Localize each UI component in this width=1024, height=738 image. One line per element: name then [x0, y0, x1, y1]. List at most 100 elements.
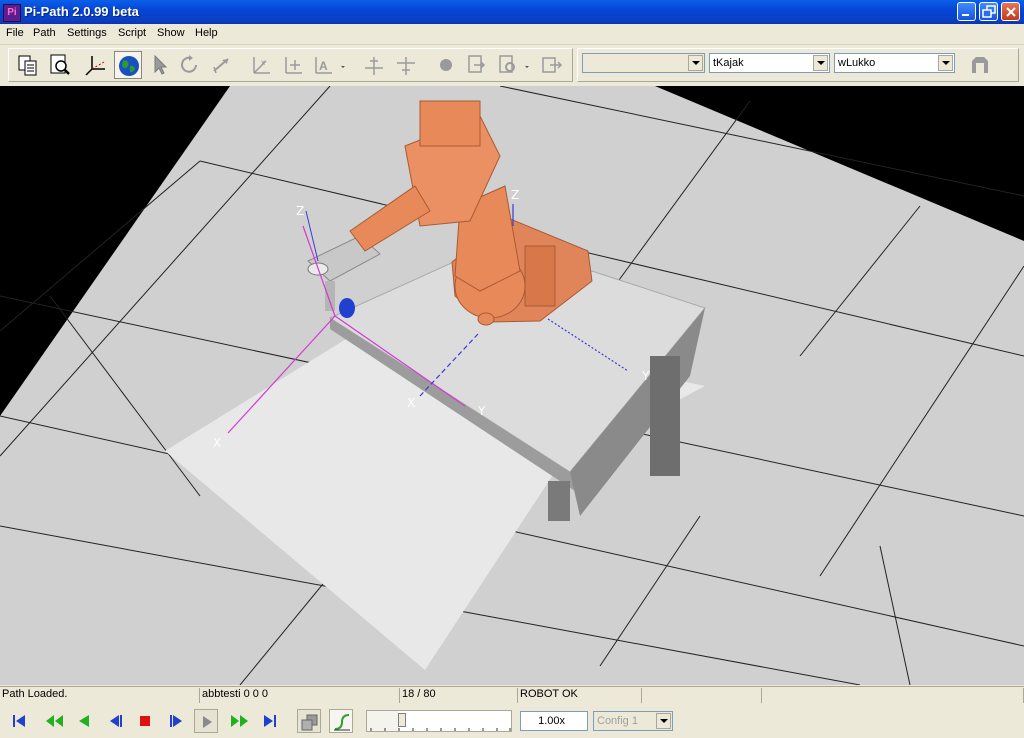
tool-combo[interactable]: tKajak	[709, 53, 830, 73]
toolbar: x A tKajak wLukko	[0, 45, 1024, 87]
menu-path[interactable]: Path	[33, 27, 56, 39]
frame-dropdown-button[interactable]	[338, 51, 350, 79]
play-icon	[203, 716, 212, 728]
axis-label-y1: Y	[477, 404, 486, 418]
paste-point-button[interactable]	[462, 51, 490, 79]
selector-combo[interactable]	[582, 53, 705, 73]
play-backward-icon	[79, 715, 89, 727]
record-point-button[interactable]	[432, 51, 460, 79]
status-position: 18 / 80	[400, 688, 518, 703]
skip-end-icon	[264, 715, 276, 727]
timeline-slider[interactable]	[366, 710, 512, 732]
stop-icon	[140, 716, 150, 726]
speed-field[interactable]: 1.00x	[520, 711, 588, 731]
close-icon	[1006, 7, 1016, 17]
status-robot-state: ROBOT OK	[518, 688, 642, 703]
move-button[interactable]	[208, 51, 236, 79]
export-icon	[542, 57, 563, 73]
select-button[interactable]	[146, 51, 174, 79]
fast-backward-icon	[46, 715, 63, 727]
previous-point-icon	[110, 715, 122, 727]
move-icon	[213, 58, 229, 74]
world-view-button[interactable]	[114, 51, 142, 79]
next-point-button[interactable]	[164, 709, 188, 733]
chevron-down-icon[interactable]	[938, 55, 953, 71]
skip-to-end-button[interactable]	[258, 709, 282, 733]
shape-toggle-button[interactable]	[297, 709, 321, 733]
robot-button[interactable]	[966, 51, 994, 79]
status-program: abbtesti 0 0 0	[200, 688, 400, 703]
stop-button[interactable]	[133, 709, 157, 733]
preview-button[interactable]	[46, 51, 74, 79]
skip-to-start-button[interactable]	[8, 709, 32, 733]
status-empty-1	[642, 688, 762, 703]
rotate-button[interactable]	[176, 51, 204, 79]
frame-text-button[interactable]: A	[308, 51, 336, 79]
axis-label-x1: X	[213, 436, 221, 450]
gear-page-icon	[499, 55, 515, 73]
frame-x-button[interactable]: x	[246, 51, 274, 79]
play-button[interactable]	[194, 709, 218, 733]
robot-arm-icon	[972, 57, 988, 73]
close-button[interactable]	[1001, 2, 1020, 21]
scene-svg: Z X Y X Z Y	[0, 86, 1024, 685]
settings-dropdown-button[interactable]	[522, 51, 534, 79]
workobject-combo[interactable]: wLukko	[834, 53, 955, 73]
menu-bar: File Path Settings Script Show Help	[0, 24, 1024, 45]
minimize-icon	[962, 14, 969, 16]
axes-button[interactable]	[82, 51, 110, 79]
playback-bar: 1.00x Config 1	[0, 704, 1024, 738]
rotate-icon	[181, 55, 197, 73]
fast-forward-icon	[231, 715, 248, 727]
chevron-down-icon	[341, 66, 345, 68]
axis-label-z2: Z	[511, 188, 519, 202]
axes-icon	[85, 56, 105, 76]
menu-file[interactable]: File	[6, 27, 24, 39]
step-backward-button[interactable]	[72, 709, 96, 733]
axis-label-y3: Y	[641, 369, 650, 383]
chevron-down-icon[interactable]	[656, 713, 671, 729]
config-combo[interactable]: Config 1	[593, 711, 673, 731]
config-value: Config 1	[597, 715, 638, 727]
next-point-icon	[170, 715, 182, 727]
3d-viewport[interactable]: Z X Y X Z Y	[0, 86, 1024, 685]
axis-label-x2: X	[407, 396, 415, 410]
page-arrow-icon	[468, 55, 486, 73]
smooth-curve-button[interactable]	[329, 709, 353, 733]
status-empty-2	[762, 688, 1024, 703]
arrow-cursor-icon	[154, 54, 168, 75]
svg-text:A: A	[319, 59, 328, 73]
maximize-button[interactable]	[979, 2, 998, 21]
fast-forward-button[interactable]	[228, 709, 252, 733]
frame-move-button[interactable]	[278, 51, 306, 79]
menu-settings[interactable]: Settings	[67, 27, 107, 39]
shapes-icon	[301, 714, 318, 731]
export-button[interactable]	[538, 51, 566, 79]
chevron-down-icon[interactable]	[813, 55, 828, 71]
title-bar: Pi Pi-Path 2.0.99 beta	[0, 0, 1024, 24]
chevron-down-icon[interactable]	[688, 55, 703, 71]
axis-label-z1: Z	[296, 204, 304, 218]
align-up-button[interactable]	[360, 51, 388, 79]
workobject-value: wLukko	[838, 57, 876, 69]
magnifier-page-icon	[50, 54, 70, 75]
frame-move-icon	[285, 57, 302, 74]
s-curve-icon	[334, 714, 350, 731]
menu-help[interactable]: Help	[195, 27, 218, 39]
globe-icon	[119, 56, 139, 76]
align-up-icon	[365, 57, 383, 75]
menu-script[interactable]: Script	[118, 27, 146, 39]
previous-point-button[interactable]	[104, 709, 128, 733]
skip-start-icon	[13, 715, 25, 727]
svg-text:x: x	[261, 58, 265, 67]
minimize-button[interactable]	[957, 2, 976, 21]
dot-icon	[440, 59, 452, 71]
chevron-down-icon	[525, 66, 529, 68]
settings-point-button[interactable]	[494, 51, 522, 79]
copy-button[interactable]	[14, 51, 42, 79]
restore-icon	[982, 5, 996, 18]
app-logo-icon: Pi	[3, 4, 21, 22]
align-down-button[interactable]	[392, 51, 420, 79]
menu-show[interactable]: Show	[157, 27, 185, 39]
fast-backward-button[interactable]	[42, 709, 66, 733]
